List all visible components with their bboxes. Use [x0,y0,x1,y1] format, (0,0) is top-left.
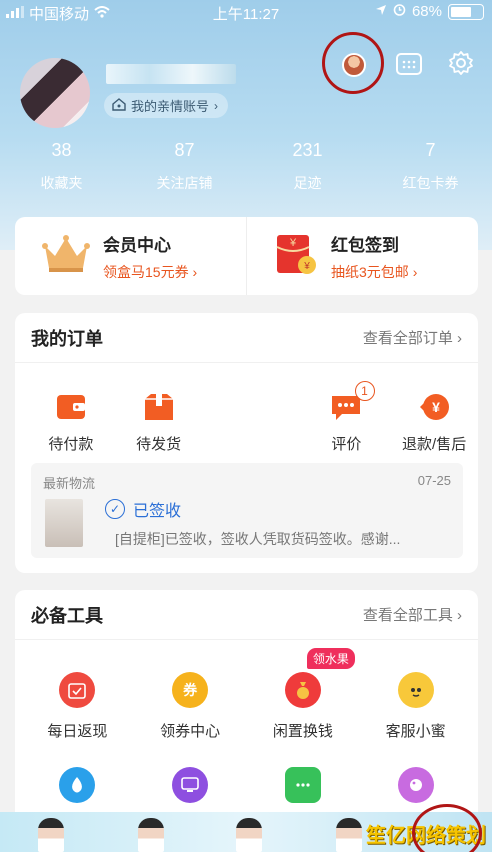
banner-figure [138,818,164,852]
tool-row2-1[interactable] [27,767,127,803]
calendar-icon [396,51,422,80]
tool-daily-cashback[interactable]: 每日返现 [27,672,127,741]
location-icon [375,3,387,20]
gear-icon [448,50,474,81]
tool-row2-4[interactable] [366,767,466,803]
stat-label: 收藏夹 [40,175,83,191]
banner-figure [38,818,64,852]
orders-card: 我的订单 查看全部订单 › 待付款 待发货 1 评价 ¥ 退款/售后 最新物流 … [15,313,478,573]
order-label: 评价 [331,436,362,453]
wallet-icon [55,391,87,423]
stat-label: 足迹 [293,175,322,191]
battery-percent: 68% [411,3,442,20]
tool-idle-cash[interactable]: 领水果 闲置换钱 [253,648,355,741]
logistics-date: 07-25 [417,473,451,488]
tool-label: 客服小蜜 [385,723,446,740]
fruit-tag: 领水果 [306,648,355,669]
stat-value: 87 [174,140,195,160]
redpacket-title: 红包签到 [331,235,399,255]
order-pending-shipment[interactable]: 待发货 [115,391,203,454]
assistant-icon [397,672,434,708]
view-all-tools-link[interactable]: 查看全部工具 › [363,604,462,625]
order-label: 退款/售后 [402,436,467,453]
stat-value: 38 [51,140,72,160]
stat-followed-shops[interactable]: 87 关注店铺 [123,140,246,193]
alarm-icon [393,3,406,20]
stat-favorites[interactable]: 38 收藏夹 [0,140,123,193]
tool-label: 领券中心 [160,723,221,740]
chevron-right-icon: › [412,263,418,280]
product-thumbnail [45,499,83,547]
order-pending-payment[interactable]: 待付款 [27,391,115,454]
svg-text:¥: ¥ [303,261,310,272]
stat-footprints[interactable]: 231 足迹 [246,140,369,193]
svg-text:¥: ¥ [289,237,297,249]
drop-icon [59,767,96,803]
user-avatar[interactable] [20,58,90,128]
redpacket-signin-button[interactable]: ¥ ¥ 红包签到 抽纸3元包邮 › [246,217,478,295]
logistics-description: [自提柜]已签收，签收人凭取货码签收。感谢... [115,531,401,547]
banner-figure [336,818,362,852]
tool-label: 每日返现 [47,723,108,740]
coupon-icon: 券 [172,672,209,708]
order-label: 待发货 [136,436,182,453]
message-icon [284,767,321,803]
stat-value: 7 [425,140,436,160]
tool-row2-3[interactable] [253,767,353,803]
highlight-circle [322,32,384,94]
vip-subtitle: 领盒马15元券 [103,263,189,280]
order-label: 待付款 [48,436,94,453]
latest-logistics[interactable]: 最新物流 07-25 ✓ 已签收 [自提柜]已签收，签收人凭取货码签收。感谢..… [31,463,463,558]
tools-title: 必备工具 [31,605,103,626]
tool-customer-service[interactable]: 客服小蜜 [366,672,466,741]
logistics-status: 已签收 [133,503,182,520]
view-all-orders-link[interactable]: 查看全部订单 › [363,327,462,348]
calendar-button[interactable] [392,48,426,82]
stat-label: 红包卡券 [402,175,459,191]
money-bag-icon [284,672,321,708]
crown-icon [41,234,91,279]
home-icon [112,97,126,114]
vip-title: 会员中心 [103,235,171,255]
battery-icon [448,3,484,20]
svg-text:¥: ¥ [432,399,440,415]
stat-value: 231 [292,140,323,160]
calendar-check-icon [59,672,96,708]
banner-figure [236,818,262,852]
palette-icon [397,767,434,803]
family-account-button[interactable]: 我的亲情账号 › [104,93,229,118]
username-blurred [106,64,236,84]
order-review[interactable]: 1 评价 [303,381,391,454]
screen-icon [172,767,209,803]
review-count-badge: 1 [354,381,375,401]
settings-button[interactable] [444,48,478,82]
tool-coupon-center[interactable]: 券 领券中心 [140,672,240,741]
stat-coupons[interactable]: 7 红包卡券 [369,140,492,193]
orders-title: 我的订单 [31,328,103,349]
box-icon [143,391,175,423]
stat-label: 关注店铺 [156,175,213,191]
tool-label: 闲置换钱 [272,723,333,740]
tool-row2-2[interactable] [140,767,240,803]
family-account-label: 我的亲情账号 [131,99,210,114]
order-refund[interactable]: ¥ 退款/售后 [390,391,478,454]
refund-icon: ¥ [418,391,450,423]
stats-row: 38 收藏夹 87 关注店铺 231 足迹 7 红包卡券 [0,140,492,193]
check-circle-icon: ✓ [105,499,125,519]
promo-card: 会员中心 领盒马15元券 › ¥ ¥ 红包签到 抽纸3元包邮 › [15,217,478,295]
red-packet-icon: ¥ ¥ [273,231,319,282]
vip-center-button[interactable]: 会员中心 领盒马15元券 › [15,217,246,295]
profile-header [0,0,492,250]
chevron-right-icon: › [214,98,219,113]
redpacket-subtitle: 抽纸3元包邮 [331,263,409,280]
chevron-right-icon: › [192,263,198,280]
logistics-header: 最新物流 [43,476,96,491]
status-bar: 中国移动 上午11:27 68% [0,0,492,26]
